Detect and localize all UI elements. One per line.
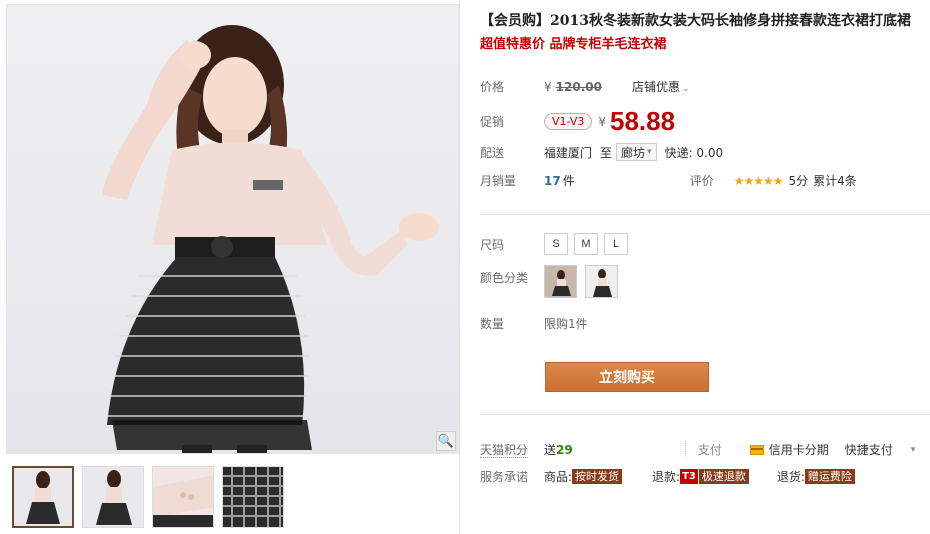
- gallery-divider: [459, 0, 460, 534]
- shop-coupon-label: 店铺优惠: [631, 80, 680, 94]
- original-price: 120.00: [555, 79, 602, 94]
- express-fee: 快递: 0.00: [664, 145, 724, 160]
- product-title: 【会员购】2013秋冬装新款女装大码长袖修身拼接春款连衣裙打底裙: [480, 13, 911, 29]
- price-currency: ¥: [544, 79, 552, 94]
- credit-installment-label: 信用卡分期: [768, 443, 829, 457]
- chevron-down-icon[interactable]: ▾: [911, 445, 916, 455]
- thumbnail-4[interactable]: [222, 466, 284, 528]
- tmall-points-label[interactable]: 天猫积分: [480, 443, 529, 458]
- color-option-2[interactable]: [585, 265, 618, 298]
- divider: [480, 414, 930, 415]
- size-option-l[interactable]: L: [604, 233, 628, 255]
- on-time-shipping-tag[interactable]: 按时发货: [572, 469, 623, 484]
- destination-value: 廊坊: [621, 145, 646, 160]
- model-photo: [102, 25, 439, 453]
- product-subtitle: 超值特惠价 品牌专柜羊毛连衣裙: [480, 37, 667, 52]
- product-gallery: 🔍: [6, 4, 459, 530]
- main-product-image[interactable]: 🔍: [6, 4, 459, 454]
- chevron-down-icon: ⌄: [681, 84, 690, 94]
- thumbnail-1[interactable]: [12, 466, 74, 528]
- t3-badge: T3: [680, 469, 698, 484]
- quantity-label: 数量: [480, 317, 505, 331]
- shop-coupon-link[interactable]: 店铺优惠 ⌄: [632, 78, 690, 95]
- chevron-down-icon: ▾: [647, 147, 652, 157]
- thumbnail-3[interactable]: [152, 466, 214, 528]
- buy-now-button[interactable]: 立刻购买: [545, 362, 709, 392]
- size-option-m[interactable]: M: [574, 233, 598, 255]
- promo-currency: ¥: [598, 114, 607, 129]
- monthly-sales-unit: 件: [562, 174, 575, 188]
- points-value: 29: [556, 442, 573, 457]
- product-header: 【会员购】2013秋冬装新款女装大码长袖修身拼接春款连衣裙打底裙 超值特惠价 品…: [480, 10, 925, 56]
- zoom-icon[interactable]: 🔍: [436, 431, 456, 451]
- sales-row: 月销量 17 件 评价 ★★★★★ 5分 累计4条: [480, 172, 857, 189]
- size-label: 尺码: [480, 237, 505, 252]
- ship-from: 福建厦门: [544, 145, 593, 160]
- fast-refund-tag[interactable]: 极速退款: [698, 469, 749, 484]
- promo-label: 促销: [480, 115, 505, 129]
- color-row: 颜色分类: [480, 265, 626, 298]
- thumbnail-2[interactable]: [82, 466, 144, 528]
- service-refund-label: 退款:: [652, 470, 681, 484]
- divider: [480, 214, 930, 215]
- color-option-1[interactable]: [544, 265, 577, 298]
- purchase-limit: 限购1件: [544, 317, 588, 331]
- quantity-row: 数量 限购1件: [480, 315, 588, 332]
- points-prefix: 送: [544, 443, 557, 457]
- service-row: 服务承诺 商品: 按时发货 退款: T3 极速退款 退货: 赠运费险: [480, 468, 855, 485]
- service-goods-label: 商品:: [544, 470, 573, 484]
- points-payment-row: 天猫积分 送 29 支付 信用卡分期 快捷支付 ▾: [480, 441, 930, 458]
- promo-price: 58.88: [610, 106, 676, 136]
- service-label: 服务承诺: [480, 470, 529, 484]
- rating-score: 5分: [788, 174, 809, 188]
- price-label: 价格: [480, 80, 505, 94]
- thumbnail-strip: [12, 466, 284, 528]
- size-option-s[interactable]: S: [544, 233, 568, 255]
- rating-label: 评价: [689, 174, 714, 188]
- vip-level-tag: V1-V3: [544, 113, 593, 130]
- shipping-row: 配送 福建厦门 至 廊坊 ▾ 快递: 0.00: [480, 143, 723, 161]
- return-shipping-insurance-tag[interactable]: 赠运费险: [804, 469, 855, 484]
- payment-label: 支付: [684, 441, 722, 458]
- size-row: 尺码 S M L: [480, 233, 634, 255]
- destination-select[interactable]: 廊坊 ▾: [616, 143, 657, 161]
- credit-installment[interactable]: 信用卡分期: [749, 441, 829, 458]
- service-return-label: 退货:: [776, 470, 805, 484]
- promo-row: 促销 V1-V3 ¥ 58.88: [480, 106, 675, 137]
- review-count-link[interactable]: 累计4条: [813, 172, 857, 189]
- monthly-sales-label: 月销量: [480, 174, 517, 188]
- ship-to-word: 至: [600, 145, 613, 160]
- rating-stars-icon: ★★★★★: [733, 173, 784, 188]
- credit-card-icon: [749, 444, 764, 455]
- monthly-sales-count: 17: [544, 173, 561, 188]
- quick-pay[interactable]: 快捷支付: [845, 441, 893, 458]
- color-label: 颜色分类: [480, 271, 529, 285]
- price-row: 价格 ¥ 120.00 店铺优惠 ⌄: [480, 78, 690, 95]
- shipping-label: 配送: [480, 145, 505, 160]
